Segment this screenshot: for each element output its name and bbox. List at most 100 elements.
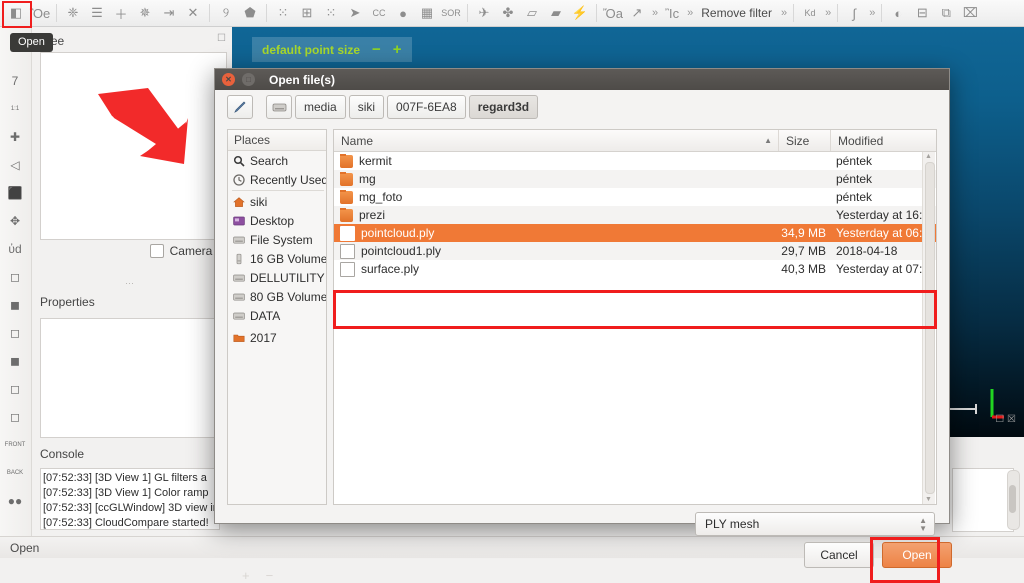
table-row[interactable]: prezi Yesterday at 16:04: [334, 206, 936, 224]
camera-link-checkbox[interactable]: [150, 244, 164, 258]
remove-filter-label[interactable]: Remove filter: [695, 6, 778, 20]
path-button-media[interactable]: media: [295, 95, 346, 119]
camera-snapshot-icon[interactable]: ὏7: [0, 67, 30, 95]
kd-tree-icon[interactable]: Kd: [799, 2, 821, 24]
pick-rotation-center-icon[interactable]: ◁: [0, 151, 30, 179]
cloud-mesh-dist-icon[interactable]: ⁙: [320, 2, 342, 24]
cancel-button[interactable]: Cancel: [804, 542, 874, 568]
view-iso2-icon[interactable]: ◻: [0, 403, 30, 431]
translate-rotate-icon[interactable]: ✤: [497, 2, 519, 24]
place-item-search[interactable]: Search: [228, 151, 326, 170]
cc-matrix-icon[interactable]: CC: [368, 2, 390, 24]
column-header-size[interactable]: Size: [779, 130, 831, 151]
point-pick-icon[interactable]: ●: [392, 2, 414, 24]
dock-splitter-grip[interactable]: ⋯: [125, 278, 145, 283]
table-row[interactable]: surface.ply 40,3 MB Yesterday at 07:23: [334, 260, 936, 278]
shield-icon[interactable]: ⬟: [239, 2, 261, 24]
path-button-regard3d[interactable]: regard3d: [469, 95, 538, 119]
view-back-icon[interactable]: BACK: [0, 459, 30, 487]
view-top-icon[interactable]: ◻: [0, 263, 30, 291]
restore-icon[interactable]: ⧉: [935, 2, 957, 24]
histogram-icon[interactable]: Ὄa: [602, 2, 624, 24]
clone-icon[interactable]: ❈: [62, 2, 84, 24]
curve-s-icon[interactable]: ∫: [843, 2, 865, 24]
point-size-control[interactable]: default point size − +: [252, 37, 412, 62]
minimize-icon[interactable]: ⊟: [911, 2, 933, 24]
camera-link-row[interactable]: Camera Li: [40, 242, 225, 260]
right-dock-list[interactable]: [952, 468, 1014, 532]
registration-icon[interactable]: ⊞: [296, 2, 318, 24]
link-views-icon[interactable]: ◐: [887, 2, 909, 24]
properties-table[interactable]: [40, 318, 227, 438]
place-item-16gb-volume[interactable]: 16 GB Volume: [228, 249, 326, 268]
place-item-2017[interactable]: 2017: [228, 328, 326, 347]
file-type-filter-select[interactable]: PLY mesh ▲ ▼: [695, 512, 935, 536]
scrollbar-thumb[interactable]: [1009, 485, 1016, 513]
save-file-icon[interactable]: Ὃe: [29, 2, 51, 24]
column-header-name[interactable]: Name ▲: [334, 130, 779, 151]
chevron-updown-icon[interactable]: ▲ ▼: [919, 517, 927, 533]
overflow-chevron[interactable]: »: [822, 7, 833, 19]
zoom-icon[interactable]: ὐd: [0, 235, 30, 263]
table-row[interactable]: pointcloud1.ply 29,7 MB 2018-04-18: [334, 242, 936, 260]
subsample-icon[interactable]: ✵: [134, 2, 156, 24]
place-item-recently-used[interactable]: Recently Used: [228, 170, 326, 189]
overflow-chevron[interactable]: »: [866, 7, 877, 19]
view-bottom-icon[interactable]: ◼: [0, 291, 30, 319]
close-window-icon[interactable]: ⌧: [959, 2, 981, 24]
sor-filter-icon[interactable]: SOR: [440, 2, 462, 24]
place-item-data[interactable]: DATA: [228, 306, 326, 325]
place-item-siki[interactable]: siki: [228, 192, 326, 211]
segment-icon[interactable]: ⇥: [158, 2, 180, 24]
view-window-buttons[interactable]: ☐ ☒: [995, 414, 1016, 425]
view-iso1-icon[interactable]: ◻: [0, 375, 30, 403]
place-item-dellutility[interactable]: DELLUTILITY: [228, 268, 326, 287]
checkerboard-icon[interactable]: ▦: [416, 2, 438, 24]
zoom-one-to-one-icon[interactable]: 1:1: [0, 95, 30, 123]
section-icon[interactable]: ▱: [521, 2, 543, 24]
table-row[interactable]: mg péntek: [334, 170, 936, 188]
stereo-mode-icon[interactable]: ●●: [0, 487, 30, 515]
place-item-desktop[interactable]: Desktop: [228, 211, 326, 230]
place-item-80gb-volume[interactable]: 80 GB Volume: [228, 287, 326, 306]
overflow-chevron[interactable]: »: [649, 7, 660, 19]
dialog-close-icon[interactable]: ✕: [222, 73, 235, 86]
overflow-chevron[interactable]: »: [684, 7, 695, 19]
primitive-icon[interactable]: ▰: [545, 2, 567, 24]
cloud-cloud-dist-icon[interactable]: ⁙: [272, 2, 294, 24]
path-button-siki[interactable]: siki: [349, 95, 384, 119]
right-dock-scrollbar[interactable]: [1007, 470, 1020, 530]
lightning-icon[interactable]: ⚡: [569, 2, 591, 24]
overflow-chevron[interactable]: »: [778, 7, 789, 19]
merge-icon[interactable]: ＋: [110, 2, 132, 24]
view-left-icon[interactable]: ◻: [0, 319, 30, 347]
places-add-remove[interactable]: + −: [242, 568, 312, 582]
plane-fit-icon[interactable]: ✈: [473, 2, 495, 24]
path-button-007f-6ea8[interactable]: 007F-6EA8: [387, 95, 466, 119]
path-root-drive-button[interactable]: [266, 95, 292, 119]
scroll-down-arrow-icon[interactable]: ▼: [925, 496, 932, 503]
animation-icon[interactable]: Ἲc: [661, 2, 683, 24]
view-right-icon[interactable]: ◼: [0, 347, 30, 375]
column-header-modified[interactable]: Modified: [831, 130, 921, 151]
point-size-increase-button[interactable]: +: [393, 41, 402, 58]
translate-icon[interactable]: ✥: [0, 207, 30, 235]
dialog-maximize-icon[interactable]: □: [242, 73, 255, 86]
curve-plot-icon[interactable]: ↗: [626, 2, 648, 24]
object-cube-icon[interactable]: ⬛: [0, 179, 30, 207]
pivot-center-icon[interactable]: ✚: [0, 123, 30, 151]
table-row[interactable]: pointcloud.ply 34,9 MB Yesterday at 06:5…: [334, 224, 936, 242]
table-row[interactable]: kermit péntek: [334, 152, 936, 170]
places-remove-button[interactable]: −: [266, 568, 274, 583]
delete-icon[interactable]: ✕: [182, 2, 204, 24]
compute-dist-icon[interactable]: ➤: [344, 2, 366, 24]
table-row[interactable]: mg_foto péntek: [334, 188, 936, 206]
normals-icon[interactable]: ୨: [215, 2, 237, 24]
properties-list-icon[interactable]: ☰: [86, 2, 108, 24]
scroll-up-arrow-icon[interactable]: ▲: [925, 153, 932, 160]
view-front-icon[interactable]: FRONT: [0, 431, 30, 459]
point-size-decrease-button[interactable]: −: [372, 41, 381, 58]
type-filename-pencil-icon[interactable]: [227, 95, 253, 119]
tree-dock-float-icon[interactable]: ☐: [217, 33, 226, 44]
place-item-file-system[interactable]: File System: [228, 230, 326, 249]
